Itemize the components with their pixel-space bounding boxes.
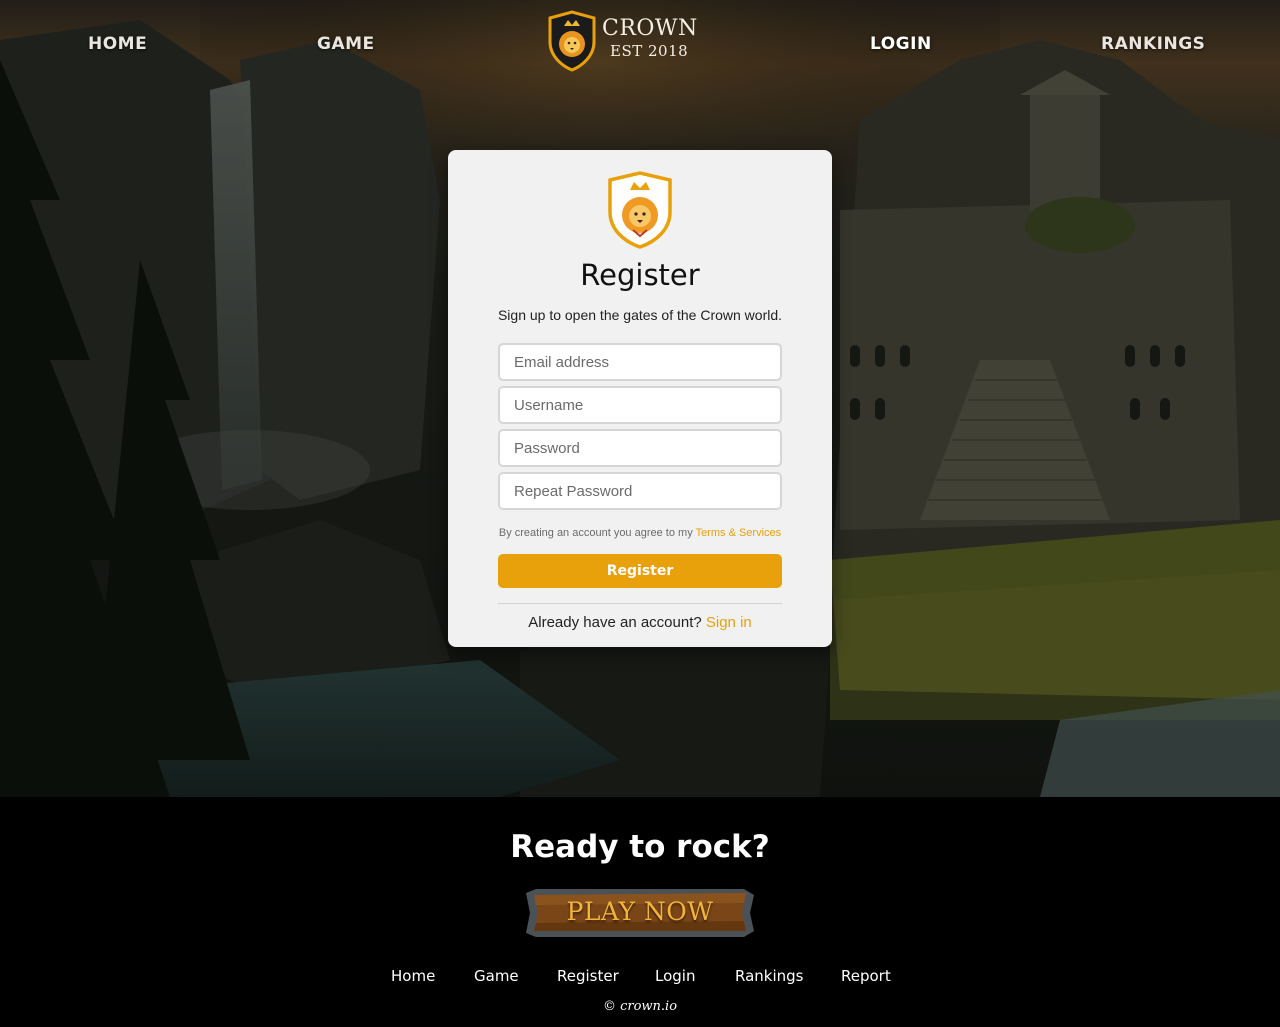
footer-link-report[interactable]: Report: [841, 967, 891, 985]
nav-rankings[interactable]: RANKINGS: [1101, 34, 1205, 54]
brand-established: EST 2018: [610, 42, 689, 60]
footer-link-login[interactable]: Login: [655, 967, 695, 985]
register-subtitle: Sign up to open the gates of the Crown w…: [497, 307, 783, 323]
password-field[interactable]: [498, 429, 782, 467]
repeat-password-field[interactable]: [498, 472, 782, 510]
terms-text: By creating an account you agree to my: [498, 527, 693, 539]
signin-text: Already have an account?: [528, 614, 702, 631]
wooden-plank-icon: [526, 889, 754, 937]
footer-link-game[interactable]: Game: [474, 967, 519, 985]
divider: [498, 603, 782, 604]
nav-game[interactable]: GAME: [317, 34, 375, 54]
register-button[interactable]: Register: [498, 554, 782, 588]
copyright: © crown.io: [602, 999, 678, 1014]
username-field[interactable]: [498, 386, 782, 424]
email-field[interactable]: [498, 343, 782, 381]
play-now-button[interactable]: PLAY NOW: [526, 889, 754, 937]
brand-logo[interactable]: CROWN EST 2018: [546, 10, 706, 72]
footer-link-home[interactable]: Home: [391, 967, 435, 985]
register-title: Register: [580, 258, 700, 292]
footer-link-register[interactable]: Register: [557, 967, 619, 985]
terms-notice: By creating an account you agree to my T…: [498, 526, 782, 540]
nav-login[interactable]: LOGIN: [870, 34, 932, 54]
brand-name: CROWN: [602, 16, 698, 41]
register-card: Register Sign up to open the gates of th…: [448, 150, 832, 647]
footer-link-rankings[interactable]: Rankings: [735, 967, 804, 985]
lion-crown-shield-icon: [608, 171, 672, 249]
footer-headline: Ready to rock?: [510, 829, 770, 865]
signin-row: Already have an account? Sign in: [448, 614, 832, 631]
footer: Ready to rock? PLAY NOW Home Game Regist…: [0, 797, 1280, 1027]
signin-link[interactable]: Sign in: [706, 614, 752, 631]
terms-link[interactable]: Terms & Services: [696, 527, 782, 539]
lion-crown-shield-icon: [548, 10, 596, 72]
nav-home[interactable]: HOME: [88, 34, 147, 54]
